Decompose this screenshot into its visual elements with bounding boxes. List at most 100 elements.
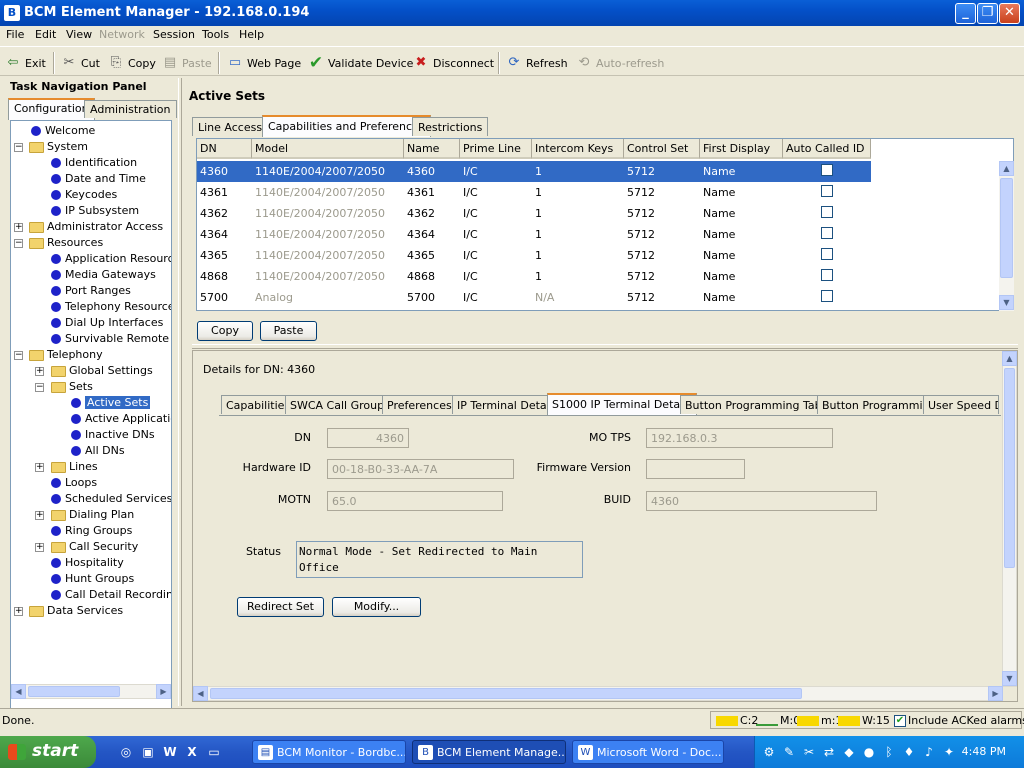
modify-button[interactable]: Modify... [332, 597, 421, 617]
tree-item-scheduled-services[interactable]: Scheduled Services [51, 491, 171, 507]
table-row[interactable]: 4365 1140E/2004/2007/2050 4365 I/C 1 5712 Name [197, 245, 871, 266]
expand-icon[interactable]: + [14, 223, 23, 232]
tree-item-call-detail-recording[interactable]: Call Detail Recording [51, 587, 171, 603]
column-header-control-set[interactable]: Control Set [624, 139, 700, 159]
checkbox-checked-icon[interactable]: ✔ [894, 714, 906, 727]
expand-icon[interactable]: + [35, 367, 44, 376]
redirect-set-button[interactable]: Redirect Set [237, 597, 324, 617]
ie-icon[interactable]: ◎ [118, 744, 134, 760]
tray-antivirus-icon[interactable]: ● [861, 744, 877, 760]
scroll-right-icon[interactable]: ▶ [156, 684, 171, 699]
task-bcm-monitor[interactable]: ▤ BCM Monitor - Bordbc... [252, 740, 406, 764]
maximize-button[interactable]: ❐ [977, 3, 998, 24]
collapse-icon[interactable]: − [14, 351, 23, 360]
auto-called-id-checkbox[interactable] [821, 227, 833, 239]
tab-s1000-ip-terminal-details[interactable]: S1000 IP Terminal Details [547, 393, 697, 415]
tray-volume-icon[interactable]: ♪ [921, 744, 937, 760]
column-header-dn[interactable]: DN [197, 139, 252, 159]
column-header-prime-line[interactable]: Prime Line [460, 139, 532, 159]
status-text-area[interactable]: Normal Mode - Set Redirected to Main Off… [296, 541, 583, 578]
collapse-icon[interactable]: − [35, 383, 44, 392]
tree-item-lines[interactable]: Lines [51, 459, 98, 475]
expand-icon[interactable]: + [35, 543, 44, 552]
menu-file[interactable]: File [6, 28, 24, 41]
column-header-auto-called-id[interactable]: Auto Called ID [783, 139, 871, 159]
expand-icon[interactable]: + [14, 607, 23, 616]
table-row[interactable]: 4364 1140E/2004/2007/2050 4364 I/C 1 5712 Name [197, 224, 871, 245]
tab-preferences[interactable]: Preferences [382, 395, 457, 414]
tree-item-loops[interactable]: Loops [51, 475, 97, 491]
column-header-intercom-keys[interactable]: Intercom Keys [532, 139, 624, 159]
close-button[interactable]: ✕ [999, 3, 1020, 24]
table-row[interactable]: 4868 1140E/2004/2007/2050 4868 I/C 1 5712 Name [197, 266, 871, 287]
tree-item-active-application[interactable]: Active Application [71, 411, 171, 427]
auto-called-id-checkbox[interactable] [821, 164, 833, 176]
nav-horizontal-scrollbar[interactable]: ◀ ▶ [11, 684, 171, 699]
tab-line-access[interactable]: Line Access [192, 117, 269, 136]
auto-called-id-checkbox[interactable] [821, 206, 833, 218]
tree-item-hunt-groups[interactable]: Hunt Groups [51, 571, 134, 587]
scroll-up-icon[interactable]: ▲ [999, 161, 1014, 176]
tree-item-dial-up-interfaces[interactable]: Dial Up Interfaces [51, 315, 163, 331]
tree-item-keycodes[interactable]: Keycodes [51, 187, 117, 203]
exit-button[interactable]: ⇦ Exit [5, 53, 46, 73]
tree-item-welcome[interactable]: Welcome [31, 123, 95, 139]
tab-button-programming-table[interactable]: Button Programming Table [680, 395, 837, 414]
tree-item-port-ranges[interactable]: Port Ranges [51, 283, 131, 299]
tree-item-media-gateways[interactable]: Media Gateways [51, 267, 156, 283]
auto-called-id-checkbox[interactable] [821, 185, 833, 197]
scroll-thumb[interactable] [1004, 368, 1015, 568]
table-row[interactable]: 4362 1140E/2004/2007/2050 4362 I/C 1 5712 Name [197, 203, 871, 224]
buid-field[interactable]: 4360 [646, 491, 877, 511]
table-vertical-scrollbar[interactable]: ▲ ▼ [999, 161, 1014, 311]
column-header-first-display[interactable]: First Display [700, 139, 783, 159]
tree-item-application-resources[interactable]: Application Resources [51, 251, 171, 267]
collapse-icon[interactable]: − [14, 143, 23, 152]
tab-capabilities-preferences[interactable]: Capabilities and Preferences [262, 115, 431, 137]
panel-splitter[interactable] [178, 78, 182, 706]
scroll-left-icon[interactable]: ◀ [193, 686, 208, 701]
scroll-down-icon[interactable]: ▼ [1002, 671, 1017, 686]
expand-icon[interactable]: + [35, 511, 44, 520]
web-page-button[interactable]: ▭ Web Page [227, 53, 301, 73]
tree-item-system[interactable]: System [29, 139, 88, 155]
details-vertical-scrollbar[interactable]: ▲ ▼ [1002, 351, 1017, 687]
copy-row-button[interactable]: Copy [197, 321, 253, 341]
tab-configuration[interactable]: Configuration [8, 98, 95, 120]
tree-item-global-settings[interactable]: Global Settings [51, 363, 153, 379]
tab-restrictions[interactable]: Restrictions [412, 117, 489, 136]
excel-icon[interactable]: X [184, 744, 200, 760]
title-bar[interactable]: B BCM Element Manager - 192.168.0.194 _ … [0, 0, 1024, 26]
tray-app-icon[interactable]: ✎ [781, 744, 797, 760]
tray-update-icon[interactable]: ✦ [941, 744, 957, 760]
firmware-version-field[interactable] [646, 459, 745, 479]
auto-called-id-checkbox[interactable] [821, 248, 833, 260]
word-icon[interactable]: W [162, 744, 178, 760]
details-splitter[interactable] [192, 344, 1018, 349]
tree-item-resources[interactable]: Resources [29, 235, 103, 251]
include-acked-checkbox[interactable]: ✔ Include ACKed alarms [894, 714, 1024, 727]
column-header-name[interactable]: Name [404, 139, 460, 159]
tree-item-date-time[interactable]: Date and Time [51, 171, 146, 187]
menu-view[interactable]: View [66, 28, 92, 41]
paste-row-button[interactable]: Paste [260, 321, 317, 341]
expand-icon[interactable]: + [35, 463, 44, 472]
scroll-down-icon[interactable]: ▼ [999, 295, 1014, 310]
motn-field[interactable]: 65.0 [327, 491, 503, 511]
tree-item-active-sets[interactable]: Active Sets [71, 395, 151, 411]
disconnect-button[interactable]: ✖ Disconnect [413, 53, 495, 73]
auto-called-id-checkbox[interactable] [821, 290, 833, 302]
scroll-thumb[interactable] [1000, 178, 1013, 278]
tab-user-speed-dial[interactable]: User Speed Di [923, 395, 999, 414]
scroll-thumb[interactable] [28, 686, 120, 697]
tree-item-data-services[interactable]: Data Services [29, 603, 123, 619]
scroll-thumb[interactable] [210, 688, 802, 699]
tree-item-call-security[interactable]: Call Security [51, 539, 138, 555]
tray-tool-icon[interactable]: ✂ [801, 744, 817, 760]
tree-item-telephony[interactable]: Telephony [29, 347, 103, 363]
refresh-button[interactable]: ⟳ Refresh [506, 53, 568, 73]
menu-edit[interactable]: Edit [35, 28, 56, 41]
tree-item-identification[interactable]: Identification [51, 155, 137, 171]
tab-administration[interactable]: Administration [84, 100, 177, 118]
tray-network-icon[interactable]: ⚙ [761, 744, 777, 760]
